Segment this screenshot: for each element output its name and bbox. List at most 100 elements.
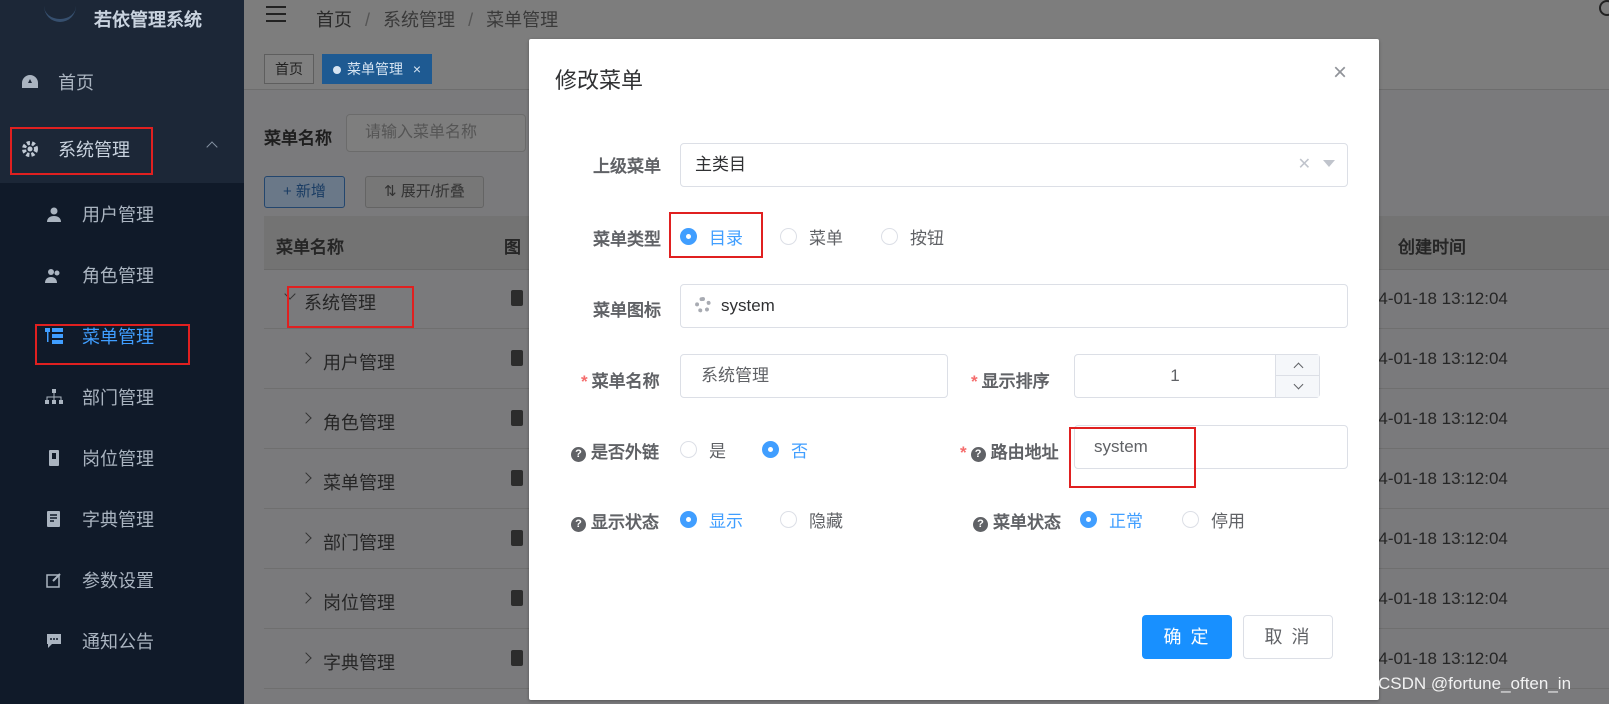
filter-label: 菜单名称 xyxy=(264,129,332,148)
menu-icon-label: 菜单图标 xyxy=(593,301,661,320)
expand-caret-icon[interactable] xyxy=(300,472,312,484)
help-icon[interactable]: ? xyxy=(970,447,986,462)
expand-caret-icon[interactable] xyxy=(300,592,312,604)
help-icon[interactable]: ? xyxy=(571,517,586,532)
tag-home[interactable]: 首页 xyxy=(264,54,314,84)
tag-close-icon[interactable]: × xyxy=(413,61,421,77)
gear-icon xyxy=(695,297,711,313)
sidebar-item-home[interactable]: 首页 xyxy=(0,52,244,112)
tag-label: 菜单管理 xyxy=(347,61,403,77)
cancel-button[interactable]: 取 消 xyxy=(1243,615,1333,659)
sidebar-item-menus[interactable]: 菜单管理 xyxy=(0,306,244,366)
sidebar-item-dict[interactable]: 字典管理 xyxy=(0,489,244,549)
label-text: 显示状态 xyxy=(591,513,659,532)
radio-status-disabled[interactable]: 停用 xyxy=(1182,507,1245,532)
edit-menu-dialog: 修改菜单 × 上级菜单 主类目 ✕ 菜单类型 目录 菜单 按钮 菜单图标 sys… xyxy=(529,39,1379,700)
sidebar-item-label: 字典管理 xyxy=(82,510,154,530)
expand-caret-icon[interactable] xyxy=(284,288,296,300)
sidebar-item-config[interactable]: 参数设置 xyxy=(0,550,244,610)
search-icon[interactable] xyxy=(1599,0,1609,16)
row-name: 岗位管理 xyxy=(323,593,395,613)
parent-menu-select[interactable]: 主类目 ✕ xyxy=(680,143,1348,187)
row-name: 系统管理 xyxy=(304,293,376,313)
column-header-created: 创建时间 xyxy=(1398,238,1466,257)
radio-circle xyxy=(680,441,697,458)
row-name: 字典管理 xyxy=(323,653,395,673)
label-text: 菜单名称 xyxy=(591,372,660,391)
edit-icon xyxy=(44,570,64,590)
label-text: 路由地址 xyxy=(990,443,1059,462)
radio-type-menu[interactable]: 菜单 xyxy=(780,224,843,249)
expand-caret-icon[interactable] xyxy=(300,352,312,364)
sidebar-item-roles[interactable]: 角色管理 xyxy=(0,245,244,305)
breadcrumb-item[interactable]: 首页 xyxy=(316,10,352,30)
row-icon xyxy=(511,410,523,426)
row-icon xyxy=(511,350,523,366)
radio-label: 显示 xyxy=(709,512,743,531)
expand-collapse-button[interactable]: ⇅ 展开/折叠 xyxy=(365,176,484,208)
sidebar-item-posts[interactable]: 岗位管理 xyxy=(0,428,244,488)
watermark: CSDN @fortune_often_in xyxy=(1378,674,1572,693)
radio-circle xyxy=(1182,511,1199,528)
radio-label: 否 xyxy=(791,442,808,461)
close-icon[interactable]: × xyxy=(1329,61,1351,85)
sidebar-item-system[interactable]: 系统管理 xyxy=(0,119,244,179)
radio-type-directory[interactable]: 目录 xyxy=(680,224,743,249)
sidebar-item-label: 首页 xyxy=(58,73,94,93)
radio-label: 停用 xyxy=(1211,512,1245,531)
logo[interactable]: 若依管理系统 xyxy=(0,0,244,36)
select-suffix: ✕ xyxy=(1298,144,1335,186)
route-path-label: *? 路由地址 xyxy=(960,438,1059,463)
radio-circle xyxy=(680,228,697,245)
radio-external-yes[interactable]: 是 xyxy=(680,437,726,462)
route-path-input[interactable]: system xyxy=(1074,425,1348,469)
clear-icon[interactable]: ✕ xyxy=(1298,156,1311,173)
stepper-arrows xyxy=(1275,355,1320,397)
logo-icon xyxy=(44,4,76,22)
sidebar-item-notice[interactable]: 通知公告 xyxy=(0,611,244,671)
breadcrumb: 首页 / 系统管理 / 菜单管理 xyxy=(316,6,566,32)
post-icon xyxy=(44,448,64,468)
confirm-button[interactable]: 确 定 xyxy=(1142,615,1232,659)
gear-icon xyxy=(20,139,40,159)
radio-label: 正常 xyxy=(1109,512,1143,531)
row-icon xyxy=(511,470,523,486)
radio-visible-hide[interactable]: 隐藏 xyxy=(780,507,843,532)
menu-name-input[interactable]: 系统管理 xyxy=(680,354,948,398)
radio-label: 隐藏 xyxy=(809,512,843,531)
required-mark: * xyxy=(960,443,967,462)
breadcrumb-item[interactable]: 系统管理 xyxy=(383,10,455,30)
user-icon xyxy=(44,204,64,224)
add-button[interactable]: + 新增 xyxy=(264,176,345,208)
increase-button[interactable] xyxy=(1276,355,1320,376)
sidebar-item-label: 系统管理 xyxy=(58,140,130,160)
sidebar-item-label: 岗位管理 xyxy=(82,449,154,469)
hamburger-icon[interactable] xyxy=(266,6,286,22)
filter-name-input[interactable]: 请输入菜单名称 xyxy=(346,114,526,152)
radio-status-normal[interactable]: 正常 xyxy=(1080,507,1143,532)
menu-icon-input[interactable]: system xyxy=(680,284,1348,328)
tag-menu-manage[interactable]: 菜单管理 × xyxy=(322,54,433,84)
label-text: 是否外链 xyxy=(591,443,659,462)
help-icon[interactable]: ? xyxy=(571,447,586,462)
expand-caret-icon[interactable] xyxy=(300,652,312,664)
column-header-icon: 图 xyxy=(504,238,521,257)
order-stepper[interactable]: 1 xyxy=(1074,354,1320,398)
chevron-up-icon xyxy=(1293,362,1303,372)
sidebar-item-users[interactable]: 用户管理 xyxy=(0,184,244,244)
expand-caret-icon[interactable] xyxy=(300,532,312,544)
sidebar-item-depts[interactable]: 部门管理 xyxy=(0,367,244,427)
radio-visible-show[interactable]: 显示 xyxy=(680,507,743,532)
radio-external-no[interactable]: 否 xyxy=(762,437,808,462)
expand-caret-icon[interactable] xyxy=(300,412,312,424)
caret-down-icon[interactable] xyxy=(1323,160,1335,167)
row-name: 菜单管理 xyxy=(323,473,395,493)
chevron-up-icon xyxy=(206,141,218,153)
menu-status-label: ? 菜单状态 xyxy=(973,508,1061,533)
label-text: 显示排序 xyxy=(981,372,1050,391)
help-icon[interactable]: ? xyxy=(973,517,988,532)
order-label: * 显示排序 xyxy=(971,367,1050,392)
decrease-button[interactable] xyxy=(1276,376,1320,397)
radio-label: 按钮 xyxy=(910,229,944,248)
radio-type-button[interactable]: 按钮 xyxy=(881,224,944,249)
